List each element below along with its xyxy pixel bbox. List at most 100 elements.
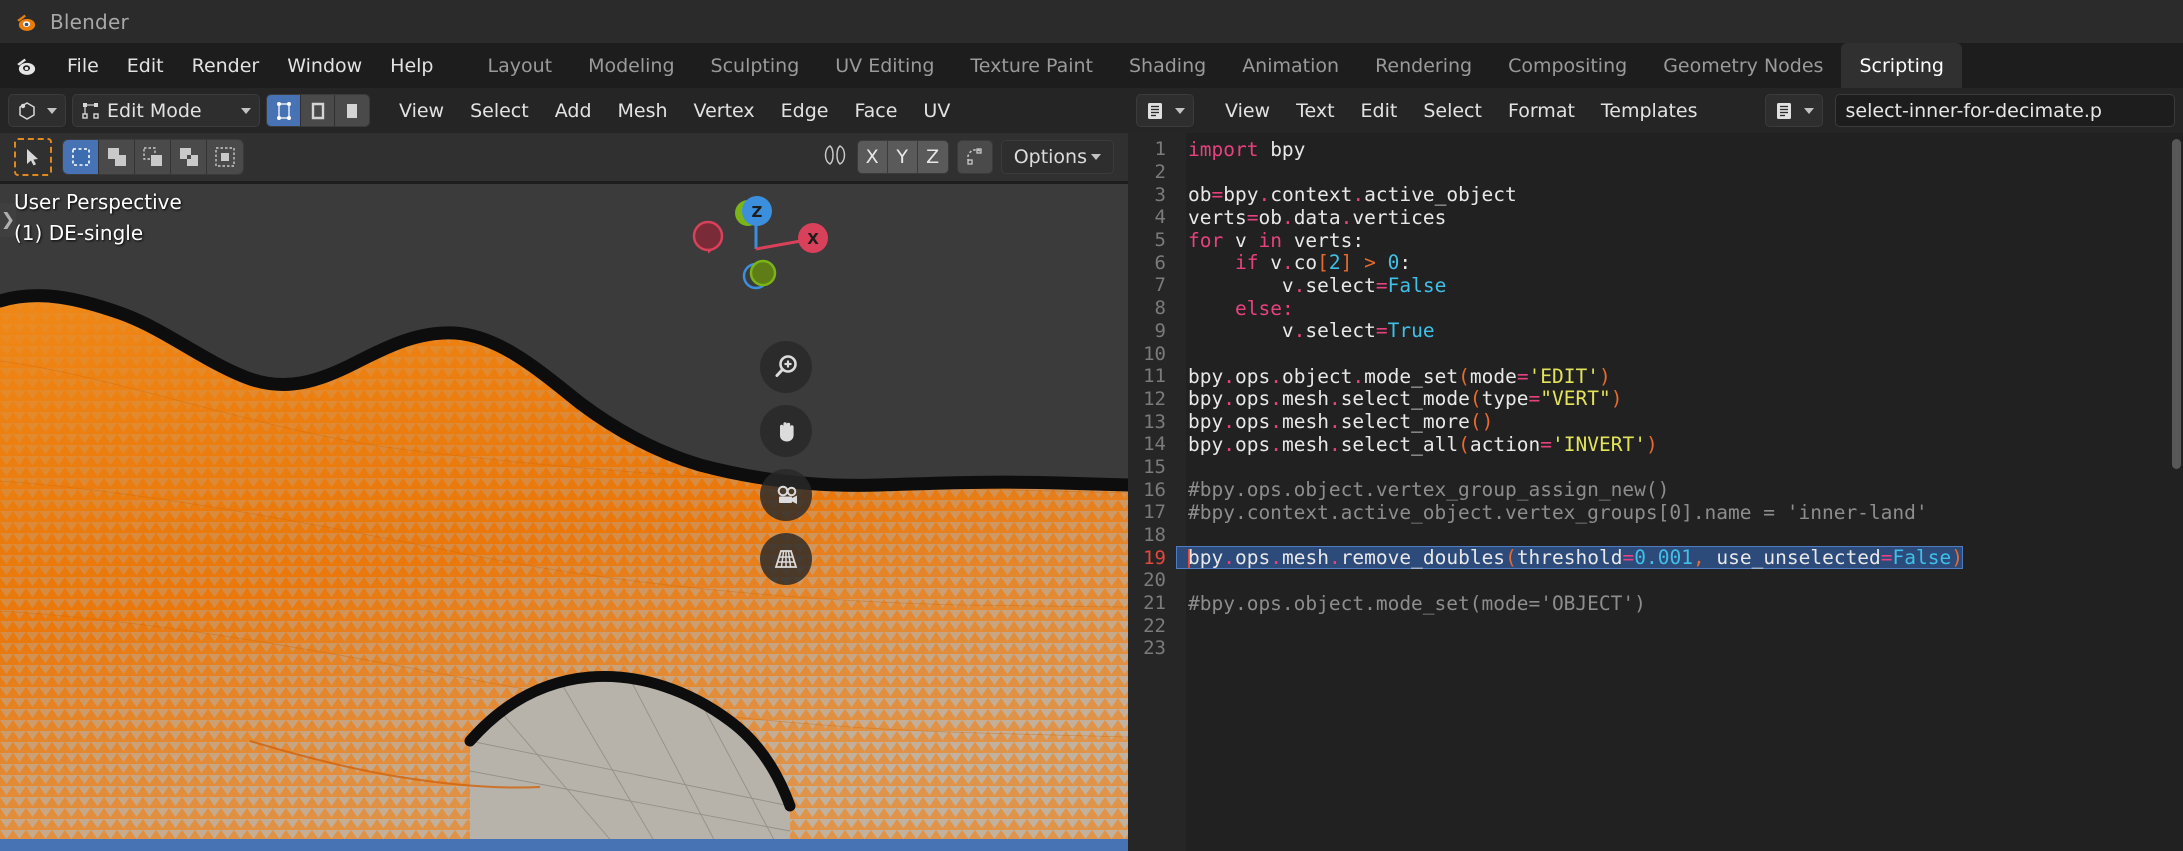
tab-scripting[interactable]: Scripting	[1841, 43, 1962, 88]
viewport-options-label: Options	[1013, 146, 1087, 168]
text-menu-edit[interactable]: Edit	[1348, 94, 1411, 127]
proportional-editing-icon[interactable]	[821, 142, 849, 173]
axis-lock-x[interactable]: X	[857, 141, 888, 173]
menu-window[interactable]: Window	[273, 43, 376, 88]
app-title: Blender	[50, 9, 129, 34]
face-select-mode-button[interactable]	[335, 95, 369, 126]
code-line[interactable]: 2	[1128, 161, 2183, 184]
code-line[interactable]: 9 v.select=True	[1128, 319, 2183, 342]
code-lines: 1 import bpy 2 3 ob=bpy.context.active_obje…	[1128, 133, 2183, 660]
code-line[interactable]: 23	[1128, 637, 2183, 660]
code-line[interactable]: 16 #bpy.ops.object.vertex_group_assign_ne…	[1128, 478, 2183, 501]
menu-file[interactable]: File	[53, 43, 113, 88]
top-bar: File Edit Render Window Help Layout Mode…	[0, 43, 2183, 88]
code-line[interactable]: 12 bpy.ops.mesh.select_mode(type="VERT")	[1128, 387, 2183, 410]
vertex-select-mode-button[interactable]	[267, 95, 301, 126]
code-line[interactable]: 20	[1128, 569, 2183, 592]
tab-geometry-nodes[interactable]: Geometry Nodes	[1645, 43, 1841, 88]
viewport-navigation-buttons	[760, 341, 812, 585]
text-menu-view[interactable]: View	[1212, 94, 1283, 127]
editor-type-selector[interactable]	[8, 94, 66, 127]
viewport-menu-vertex[interactable]: Vertex	[681, 94, 768, 127]
snap-magnet-button[interactable]	[956, 140, 993, 174]
blender-logo-icon	[14, 9, 40, 35]
viewport-menu-add[interactable]: Add	[542, 94, 605, 127]
gizmo-axis-x-negative-ball[interactable]	[688, 216, 728, 256]
tab-animation[interactable]: Animation	[1224, 43, 1357, 88]
code-line-text: bpy.ops.mesh.select_all(action='INVERT')	[1188, 432, 1658, 456]
code-line[interactable]: 13 bpy.ops.mesh.select_more()	[1128, 410, 2183, 433]
code-line[interactable]: 3 ob=bpy.context.active_object	[1128, 183, 2183, 206]
select-invert-button[interactable]	[171, 140, 207, 174]
code-line[interactable]: 10	[1128, 342, 2183, 365]
code-vertical-scrollbar[interactable]	[2172, 139, 2181, 469]
select-intersect-button[interactable]	[207, 140, 243, 174]
tab-texture-paint[interactable]: Texture Paint	[952, 43, 1111, 88]
tab-layout[interactable]: Layout	[470, 43, 571, 88]
code-line[interactable]: 15	[1128, 456, 2183, 479]
tab-modeling[interactable]: Modeling	[570, 43, 692, 88]
viewport-3d-canvas[interactable]: ❯ User Perspective (1) DE-single Z X	[0, 181, 1128, 851]
axis-lock-z[interactable]: Z	[917, 141, 948, 173]
select-set-button[interactable]	[63, 140, 99, 174]
gizmo-z-label: Z	[752, 203, 763, 221]
code-line[interactable]: 5 for v in verts:	[1128, 229, 2183, 252]
axis-lock-y[interactable]: Y	[887, 141, 918, 173]
viewport-menu-uv[interactable]: UV	[910, 94, 963, 127]
code-line[interactable]: 21 #bpy.ops.object.mode_set(mode='OBJECT'…	[1128, 592, 2183, 615]
tab-compositing[interactable]: Compositing	[1490, 43, 1645, 88]
code-line-text	[1176, 637, 1200, 660]
code-line-number: 19	[1143, 546, 1166, 569]
code-line[interactable]: 8 else:	[1128, 297, 2183, 320]
code-line[interactable]: 18	[1128, 524, 2183, 547]
menu-help[interactable]: Help	[376, 43, 447, 88]
code-line-number: 11	[1143, 365, 1166, 388]
code-line[interactable]: 19 bpy.ops.mesh.remove_doubles(threshold=…	[1128, 546, 2183, 570]
code-line[interactable]: 17 #bpy.context.active_object.vertex_grou…	[1128, 501, 2183, 524]
viewport-menu-face[interactable]: Face	[841, 94, 910, 127]
text-menu-templates[interactable]: Templates	[1588, 94, 1711, 127]
code-line[interactable]: 1 import bpy	[1128, 138, 2183, 161]
code-line-number: 16	[1143, 478, 1166, 501]
text-menu-text[interactable]: Text	[1283, 94, 1347, 127]
menu-edit[interactable]: Edit	[113, 43, 178, 88]
code-line[interactable]: 7 v.select=False	[1128, 274, 2183, 297]
tab-sculpting[interactable]: Sculpting	[693, 43, 818, 88]
viewport-menu-select[interactable]: Select	[457, 94, 542, 127]
text-menu-select[interactable]: Select	[1410, 94, 1495, 127]
camera-view-button[interactable]	[760, 469, 812, 521]
toggle-ortho-button[interactable]	[760, 533, 812, 585]
code-line-text: verts=ob.data.vertices	[1188, 205, 1447, 229]
text-editor-type-selector[interactable]	[1136, 94, 1194, 127]
code-line-text	[1176, 524, 1200, 547]
select-extend-button[interactable]	[99, 140, 135, 174]
menu-render[interactable]: Render	[178, 43, 274, 88]
text-menu-format[interactable]: Format	[1495, 94, 1588, 127]
code-line-text: import bpy	[1188, 137, 1306, 161]
code-line-number: 18	[1143, 524, 1166, 547]
edge-select-mode-button[interactable]	[301, 95, 335, 126]
code-view[interactable]: 1 import bpy 2 3 ob=bpy.context.active_obje…	[1128, 133, 2183, 851]
text-datablock-selector[interactable]	[1764, 94, 1823, 127]
tab-uv-editing[interactable]: UV Editing	[817, 43, 952, 88]
code-line[interactable]: 11 bpy.ops.object.mode_set(mode='EDIT')	[1128, 365, 2183, 388]
tab-shading[interactable]: Shading	[1111, 43, 1224, 88]
code-line-number: 22	[1143, 614, 1166, 637]
code-line[interactable]: 14 bpy.ops.mesh.select_all(action='INVERT…	[1128, 433, 2183, 456]
select-subtract-button[interactable]	[135, 140, 171, 174]
text-datablock-name[interactable]: select-inner-for-decimate.p	[1834, 94, 2175, 127]
viewport-options-button[interactable]: Options	[1000, 140, 1114, 174]
viewport-menu-edge[interactable]: Edge	[768, 94, 842, 127]
code-line[interactable]: 6 if v.co[2] > 0:	[1128, 251, 2183, 274]
tab-rendering[interactable]: Rendering	[1357, 43, 1490, 88]
move-view-button[interactable]	[760, 405, 812, 457]
code-line[interactable]: 4 verts=ob.data.vertices	[1128, 206, 2183, 229]
code-line-number: 3	[1154, 183, 1166, 206]
interaction-mode-selector[interactable]: Edit Mode	[72, 94, 260, 127]
viewport-menu-view[interactable]: View	[386, 94, 457, 127]
zoom-view-button[interactable]	[760, 341, 812, 393]
viewport-menu-mesh[interactable]: Mesh	[605, 94, 681, 127]
code-line[interactable]: 22	[1128, 614, 2183, 637]
blender-menu-logo-icon[interactable]	[0, 43, 53, 88]
active-tool-indicator[interactable]	[14, 138, 52, 176]
